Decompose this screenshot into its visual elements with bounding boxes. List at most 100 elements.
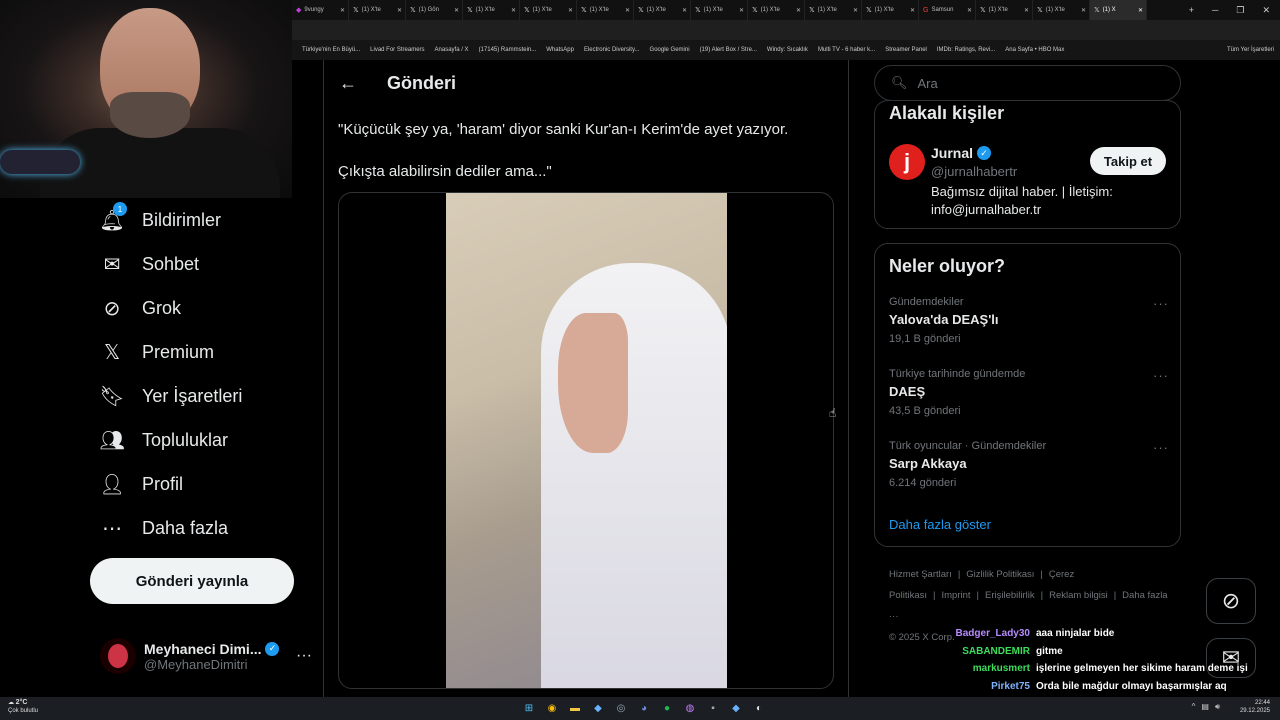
back-arrow-icon[interactable]: ← — [339, 73, 357, 94]
footer-link[interactable]: Imprint — [941, 590, 970, 601]
nav-premium[interactable]: 𝕏 Premium — [100, 340, 214, 364]
nav-notifications[interactable]: 🔔︎ 1 Bildirimler — [99, 202, 221, 232]
obs-icon[interactable]: ◐ — [750, 699, 768, 717]
folder-icon[interactable]: ▬ — [566, 699, 584, 717]
chevron-up-icon[interactable]: ^ — [1192, 702, 1196, 712]
browser-tab[interactable]: 𝕏 (1) X'te ✕ — [976, 0, 1033, 20]
trend-item[interactable]: Türkiye tarihinde gündemde DAEŞ 43,5 B g… — [889, 368, 1169, 417]
browser-tab[interactable]: 𝕏 (1) X'te ✕ — [691, 0, 748, 20]
bookmark-item[interactable]: Electronic Diversity... — [584, 47, 640, 53]
browser-tab[interactable]: 𝕏 (1) X'te ✕ — [577, 0, 634, 20]
weather-temp: 2°C — [15, 699, 28, 706]
bookmark-item[interactable]: Livad For Streamers — [370, 47, 424, 53]
footer-link[interactable]: Reklam bilgisi — [1049, 590, 1108, 601]
x-logo-icon: 𝕏 — [752, 7, 758, 14]
show-more-link[interactable]: Daha fazla göster — [889, 517, 991, 532]
bookmark-item[interactable]: Ana Sayfa • HBO Max — [1005, 47, 1064, 53]
close-tab-icon[interactable]: ✕ — [739, 7, 747, 14]
close-tab-icon[interactable]: ✕ — [853, 7, 861, 14]
maximize-icon[interactable]: ❐ — [1236, 5, 1244, 16]
app-icon[interactable]: ◍ — [681, 699, 699, 717]
weather-widget[interactable]: ☁ 2°C Çok bulutlu — [8, 699, 38, 715]
bookmark-item[interactable]: (19) Alert Box / Stre... — [700, 47, 757, 53]
nav-chat[interactable]: ✉︎ Sohbet — [100, 252, 199, 276]
close-tab-icon[interactable]: ✕ — [682, 7, 690, 14]
bookmark-item[interactable]: Anasayfa / X — [435, 47, 469, 53]
browser-tab[interactable]: 𝕏 (1) X'te ✕ — [862, 0, 919, 20]
browser-tab[interactable]: G Samsun ✕ — [919, 0, 976, 20]
windows-start-icon[interactable]: ⊞ — [520, 699, 538, 717]
browser-tab[interactable]: 𝕏 (1) X'te ✕ — [805, 0, 862, 20]
close-tab-icon[interactable]: ✕ — [796, 7, 804, 14]
close-tab-icon[interactable]: ✕ — [1024, 7, 1032, 14]
close-tab-icon[interactable]: ✕ — [1138, 7, 1146, 14]
follow-button[interactable]: Takip et — [1090, 147, 1166, 175]
bookmark-item[interactable]: WhatsApp — [546, 47, 574, 53]
nav-profile[interactable]: 👤︎ Profil — [99, 472, 183, 496]
footer-link[interactable]: Gizlilik Politikası — [966, 569, 1034, 580]
close-tab-icon[interactable]: ✕ — [511, 7, 519, 14]
webcam-streamer-beard — [110, 92, 190, 138]
related-name[interactable]: Jurnal — [931, 145, 973, 161]
post-button[interactable]: Gönderi yayınla — [90, 558, 294, 604]
jurnal-avatar[interactable]: j — [889, 144, 925, 180]
bookmark-item[interactable]: Multi TV - 6 haber k... — [818, 47, 875, 53]
bookmark-item[interactable]: Streamer Panel — [885, 47, 927, 53]
clock[interactable]: 22:44 29.12.2025 — [1240, 699, 1270, 715]
bookmark-item[interactable]: Windy: Sıcaklık — [767, 47, 808, 53]
grok-fab-button[interactable]: ⊘ — [1206, 578, 1256, 624]
video-player[interactable] — [446, 193, 727, 688]
bookmark-item[interactable]: (17145) Rammstein... — [479, 47, 537, 53]
chrome-icon[interactable]: ◉ — [543, 699, 561, 717]
spotify-icon[interactable]: ● — [658, 699, 676, 717]
browser-tab[interactable]: 𝕏 (1) X'te ✕ — [634, 0, 691, 20]
chat-message: Badger_Lady30 aaa ninjalar bide — [0, 628, 1270, 639]
footer-link[interactable]: Hizmet Şartları — [889, 569, 952, 580]
close-window-icon[interactable]: ✕ — [1262, 5, 1270, 16]
browser-tab[interactable]: 𝕏 (1) X'te ✕ — [520, 0, 577, 20]
bookmark-item[interactable]: Google Gemini — [650, 47, 690, 53]
app-icon[interactable]: ◆ — [727, 699, 745, 717]
browser-tab[interactable]: 𝕏 (1) Gön ✕ — [406, 0, 463, 20]
nav-communities[interactable]: 👥︎ Topluluklar — [99, 428, 228, 452]
steam-icon[interactable]: ◎ — [612, 699, 630, 717]
app-icon[interactable]: ◆ — [589, 699, 607, 717]
all-bookmarks-button[interactable]: Tüm Yer İşaretleri — [1227, 47, 1280, 53]
close-tab-icon[interactable]: ✕ — [568, 7, 576, 14]
trend-name: Sarp Akkaya — [889, 456, 967, 471]
close-tab-icon[interactable]: ✕ — [397, 7, 405, 14]
close-tab-icon[interactable]: ✕ — [454, 7, 462, 14]
browser-tab[interactable]: 𝕏 (1) X'te ✕ — [463, 0, 520, 20]
browser-tab[interactable]: ◆ 9vungy ✕ — [292, 0, 349, 20]
search-input[interactable]: 🔍︎ Ara — [874, 65, 1181, 101]
network-icon[interactable]: ▤ — [1201, 702, 1209, 712]
volume-icon[interactable]: 🔊︎ — [1215, 702, 1220, 712]
trend-item[interactable]: Gündemdekiler Yalova'da DEAŞ'lı 19,1 B g… — [889, 296, 1169, 345]
communities-icon: 👥︎ — [99, 429, 125, 452]
footer-link[interactable]: Erişilebilirlik — [985, 590, 1035, 601]
bookmark-item[interactable]: IMDb: Ratings, Revi... — [937, 47, 995, 53]
browser-tab[interactable]: 𝕏 (1) X ✕ — [1090, 0, 1147, 20]
close-tab-icon[interactable]: ✕ — [967, 7, 975, 14]
trend-item[interactable]: Türk oyuncular · Gündemdekiler Sarp Akka… — [889, 440, 1169, 489]
post-media[interactable] — [338, 192, 834, 689]
close-tab-icon[interactable]: ✕ — [340, 7, 348, 14]
nav-grok[interactable]: ⊘ Grok — [100, 296, 181, 320]
address-bar[interactable] — [292, 20, 1280, 40]
close-tab-icon[interactable]: ✕ — [910, 7, 918, 14]
bookmark-item[interactable]: Türkiye'nin En Büyü... — [302, 47, 360, 53]
more-horizontal-icon[interactable]: ··· — [1153, 296, 1169, 311]
browser-tab[interactable]: 𝕏 (1) X'te ✕ — [1033, 0, 1090, 20]
close-tab-icon[interactable]: ✕ — [625, 7, 633, 14]
browser-tab[interactable]: 𝕏 (1) X'te ✕ — [748, 0, 805, 20]
more-horizontal-icon[interactable]: ··· — [1153, 440, 1169, 455]
close-tab-icon[interactable]: ✕ — [1081, 7, 1089, 14]
nav-more[interactable]: ⋯ Daha fazla — [100, 516, 228, 540]
minimize-icon[interactable]: ─ — [1212, 5, 1218, 15]
nav-bookmarks[interactable]: 🔖︎ Yer İşaretleri — [99, 384, 242, 408]
browser-tab[interactable]: 𝕏 (1) X'te ✕ — [349, 0, 406, 20]
new-tab-icon[interactable]: + — [1189, 5, 1194, 15]
more-horizontal-icon[interactable]: ··· — [1153, 368, 1169, 383]
discord-icon[interactable]: ◕ — [635, 699, 653, 717]
app-icon[interactable]: ▪ — [704, 699, 722, 717]
